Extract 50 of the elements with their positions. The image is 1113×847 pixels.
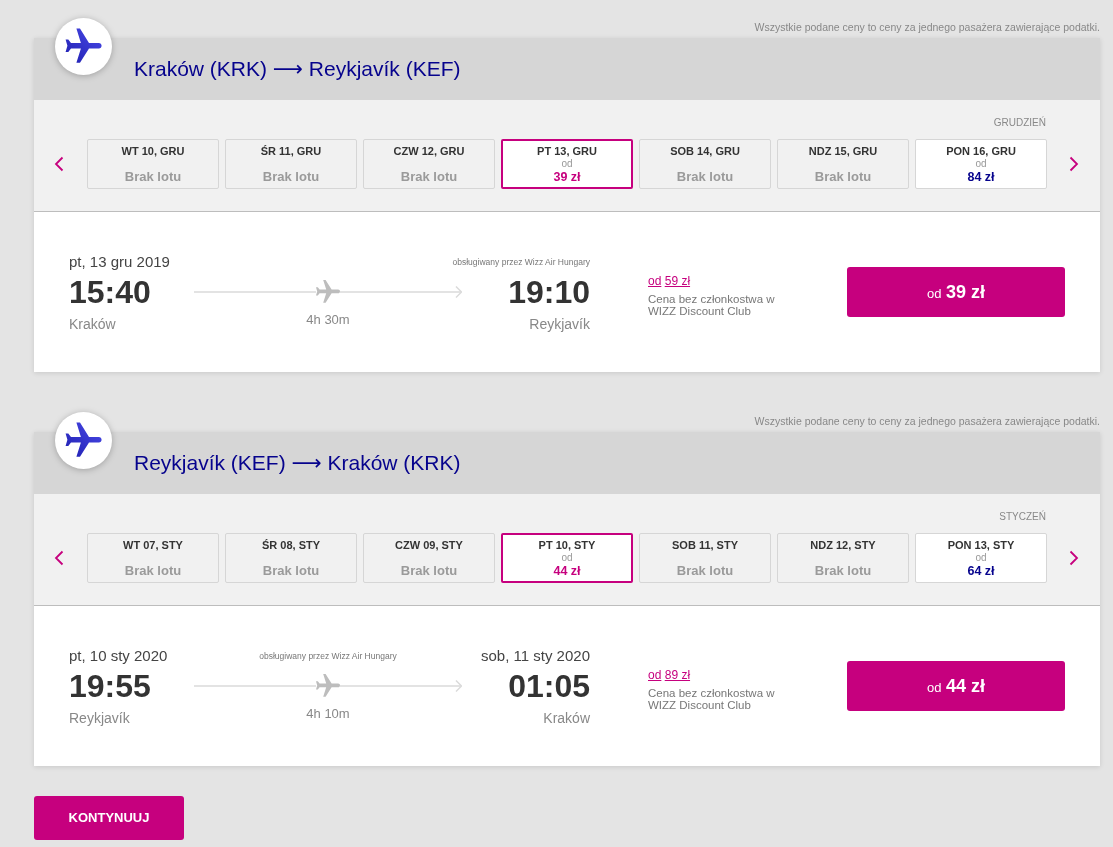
departure-city: Reykjavík [69, 709, 131, 727]
date-tile[interactable]: NDZ 12, STY Brak lotu [777, 533, 909, 583]
continue-button[interactable]: KONTYNUUJ [34, 796, 184, 840]
operator-note: obsługiwany przez Wizz Air Hungary [258, 650, 398, 662]
date-tile[interactable]: NDZ 15, GRU Brak lotu [777, 139, 909, 189]
operator-note: obsługiwany przez Wizz Air Hungary [451, 256, 590, 268]
arrival-city: Kraków [542, 709, 590, 727]
date-tile[interactable]: PON 16, GRU od 84 zł [915, 139, 1047, 189]
date-tile[interactable]: WT 10, GRU Brak lotu [87, 139, 219, 189]
arrival-time: 01:05 [507, 668, 590, 704]
route-title: Reykjavík (KEF) ⟶ Kraków (KRK) [134, 450, 461, 476]
chevron-right-icon [1069, 156, 1079, 172]
plane-icon [55, 18, 112, 75]
date-tile[interactable]: SOB 11, STY Brak lotu [639, 533, 771, 583]
plane-icon [316, 674, 340, 698]
chevron-right-icon [1069, 550, 1079, 566]
departure-time: 15:40 [69, 274, 152, 310]
select-fare-button[interactable]: od 39 zł [847, 267, 1065, 317]
chevron-left-icon [54, 550, 64, 566]
plane-icon [55, 412, 112, 469]
date-tile[interactable]: CZW 12, GRU Brak lotu [363, 139, 495, 189]
price-note: Wszystkie podane ceny to ceny za jednego pasażera zawierające podatki. [753, 20, 1100, 34]
date-tile[interactable]: PT 10, STY od 44 zł [501, 533, 633, 583]
date-tile[interactable]: ŚR 11, GRU Brak lotu [225, 139, 357, 189]
member-price-link[interactable]: od 59 zł [648, 273, 691, 288]
date-tile[interactable]: PT 13, GRU od 39 zł [501, 139, 633, 189]
flight-duration: 4h 10m [305, 705, 351, 722]
departure-time: 19:55 [69, 668, 152, 704]
arrival-time: 19:10 [507, 274, 590, 310]
price-note: Wszystkie podane ceny to ceny za jednego pasażera zawierające podatki. [753, 414, 1100, 428]
chevron-left-icon [54, 156, 64, 172]
month-label: STYCZEŃ [998, 511, 1047, 523]
flight-duration: 4h 30m [305, 311, 351, 328]
month-label: GRUDZIEŃ [992, 117, 1047, 129]
member-price-note: Cena bez członkostwa w WIZZ Discount Club [648, 292, 776, 317]
member-price-note: Cena bez członkostwa w WIZZ Discount Club [648, 686, 776, 711]
date-tile[interactable]: ŚR 08, STY Brak lotu [225, 533, 357, 583]
select-fare-button[interactable]: od 44 zł [847, 661, 1065, 711]
route-title: Kraków (KRK) ⟶ Reykjavík (KEF) [134, 56, 461, 82]
departure-city: Kraków [69, 315, 117, 333]
plane-icon [316, 280, 340, 304]
departure-date: pt, 10 sty 2020 [69, 647, 169, 665]
date-tile[interactable]: CZW 09, STY Brak lotu [363, 533, 495, 583]
date-tile[interactable]: WT 07, STY Brak lotu [87, 533, 219, 583]
date-tile[interactable]: PON 13, STY od 64 zł [915, 533, 1047, 583]
arrival-city: Reykjavík [528, 315, 590, 333]
date-tile[interactable]: SOB 14, GRU Brak lotu [639, 139, 771, 189]
arrival-date: sob, 11 sty 2020 [480, 647, 590, 665]
member-price-link[interactable]: od 89 zł [648, 667, 691, 682]
departure-date: pt, 13 gru 2019 [69, 253, 171, 271]
